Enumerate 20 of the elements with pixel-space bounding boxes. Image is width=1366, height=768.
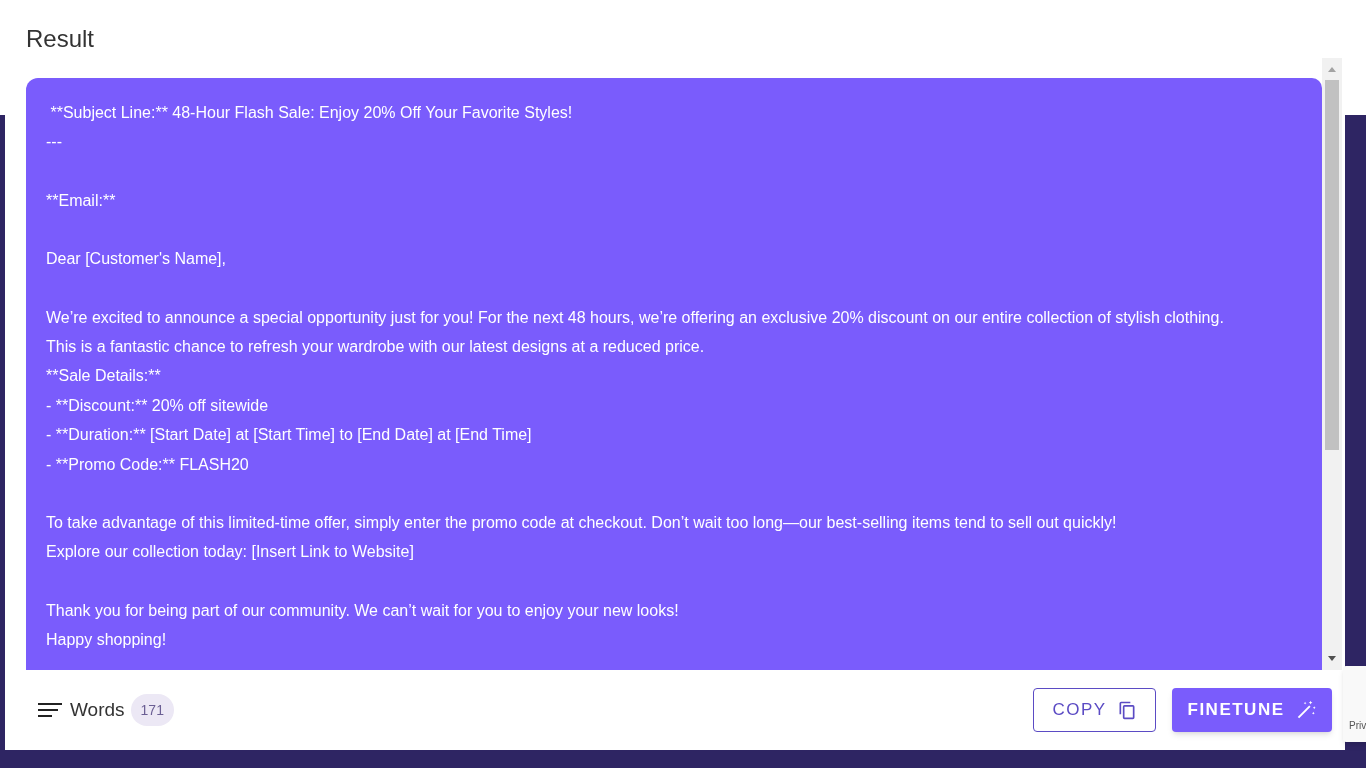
email-text-line: **Subject Line:** 48-Hour Flash Sale: Enjoy 20% Off Your Favorite Styles! (49, 103, 574, 123)
menu-lines-icon (38, 701, 62, 719)
words-label: Words (70, 697, 125, 722)
email-text-line: Dear [Customer's Name], (46, 249, 227, 270)
email-text-line: Happy shopping! (46, 630, 168, 651)
email-text-line: Explore our collection today: [Insert Link to Website] (46, 542, 415, 563)
email-text-line: We’re excited to announce a special opportunity just for you! For the next 48 hours, we’re offering an exclusive 20% discount on our entire collection of stylish clothing. This is a fantastic chance to refresh your wardrobe with our latest designs at a reduced price. (46, 307, 1225, 358)
recaptcha-badge: Priv (1343, 666, 1366, 742)
email-text-line: To take advantage of this limited-time offer, simply enter the promo code at checkout. Don’t wait too long—our best-selling items tend to sell out quickly! (46, 513, 1118, 534)
finetune-button[interactable]: FINETUNE (1172, 688, 1332, 732)
email-text-line: - **Discount:** 20% off sitewide (46, 395, 270, 416)
email-text-line: Thank you for being part of our community. We can’t wait for you to enjoy your new looks! (46, 600, 680, 621)
copy-button[interactable]: COPY (1033, 688, 1156, 732)
email-text-line: **Email:** (46, 190, 117, 211)
email-text-line: - **Promo Code:** FLASH20 (46, 454, 250, 475)
word-count-badge: 171 (130, 694, 174, 726)
section-title: Result (26, 24, 95, 54)
email-text-line: - **Duration:** [Start Date] at [Start Time] to [End Date] at [End Time] (46, 425, 533, 446)
email-text-line: **Sale Details:** (46, 366, 162, 387)
email-text-line: --- (46, 132, 63, 153)
